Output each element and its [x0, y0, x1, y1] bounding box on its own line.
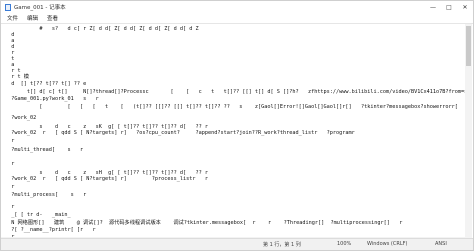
editor-line: d [] t[?? t[?? t[] ?? e	[5, 81, 87, 87]
editor-line: N 网络图形[] 建筑 @ 调试[]? 源代码多线程调试版本 调试?tkinte…	[5, 220, 403, 226]
menu-edit[interactable]: 编辑	[27, 14, 38, 22]
vertical-scrollbar[interactable]	[465, 24, 472, 240]
editor-line: ?Game_001.py?work_01 s r	[5, 96, 99, 102]
editor-line: ?multi_thread[ s r	[5, 147, 84, 153]
window-title: Game_001 - 记事本	[14, 5, 66, 11]
cursor-position: 第 1 行，第 1 列	[263, 242, 301, 248]
window-controls: — □ ✕	[425, 1, 473, 13]
title-bar: Game_001 - 记事本 — □ ✕	[1, 1, 473, 13]
minimize-button[interactable]: —	[425, 1, 441, 13]
encoding: ANSI	[435, 241, 447, 247]
menu-bar: 文件 编辑 查看	[1, 13, 473, 24]
menu-view[interactable]: 查看	[47, 14, 58, 22]
editor-line: r	[5, 204, 15, 210]
editor-line: ?work_02	[5, 115, 37, 121]
editor-line: _[ [ tr d- _main_	[5, 212, 71, 218]
maximize-button[interactable]: □	[441, 1, 457, 13]
editor-line: r	[5, 161, 15, 167]
notepad-icon	[5, 3, 11, 11]
line-ending: Windows (CRLF)	[367, 241, 408, 247]
status-bar: 第 1 行，第 1 列 100% Windows (CRLF) ANSI	[1, 238, 473, 250]
editor-line: [ [ [ [ t [ (t[]?? [[]?? [[] t[]?? t[]??…	[5, 104, 465, 110]
zoom-level: 100%	[337, 241, 352, 247]
editor-line: ?work_02 r [ qdd S [ N?targets] r] ?os?c…	[5, 130, 355, 136]
scrollbar-thumb[interactable]	[466, 26, 471, 66]
editor-line: # s? d c[ r Z[ d d[ Z[ d d[ Z[ d d[ Z[ d…	[5, 26, 199, 32]
close-button[interactable]: ✕	[457, 1, 473, 13]
text-editor[interactable]: # s? d c[ r Z[ d d[ Z[ d d[ Z[ d d[ Z[ d…	[3, 24, 465, 240]
editor-line: ?multi_process[ s r	[5, 192, 87, 198]
editor-line: ?[ ?__name__?printr[ [r r	[5, 227, 96, 233]
editor-line: r t 模	[5, 74, 29, 80]
notepad-window: Game_001 - 记事本 — □ ✕ 文件 编辑 查看 # s? d c[ …	[0, 0, 474, 251]
editor-line: r	[5, 184, 15, 190]
editor-line: t[] d[ c[ t[] N[]?thread[]?Processc [ [ …	[26, 89, 465, 95]
editor-line: ?work_02 r [ qdd S [ N?targets] r] ?proc…	[5, 176, 209, 182]
menu-file[interactable]: 文件	[7, 14, 18, 22]
editor-line: r	[5, 138, 15, 144]
